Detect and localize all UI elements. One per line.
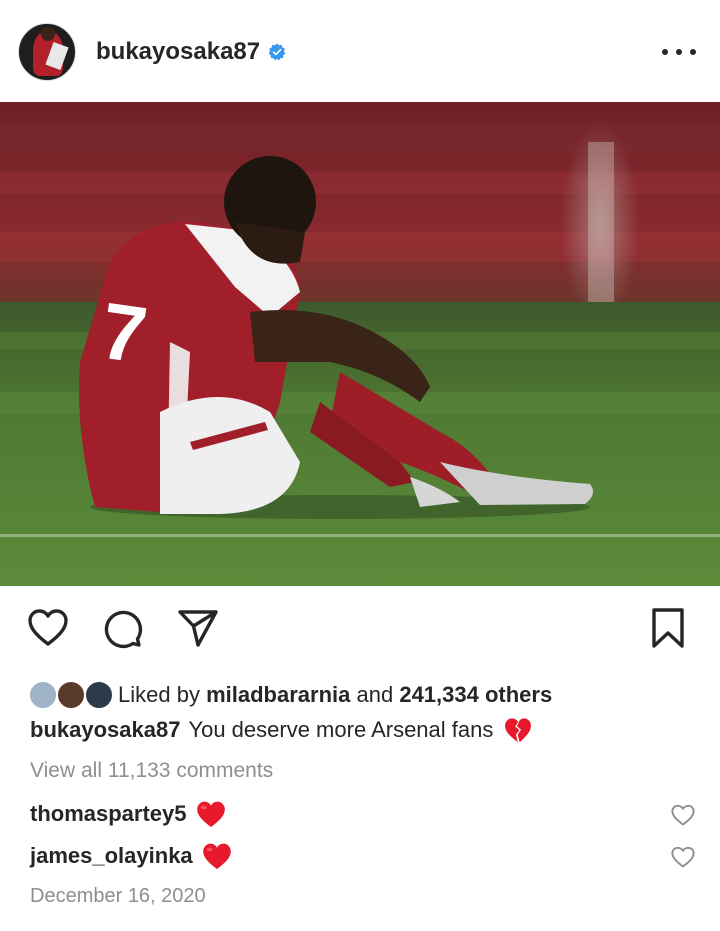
- post-date: December 16, 2020: [30, 885, 206, 907]
- post-action-bar: [0, 606, 720, 654]
- profile-avatar[interactable]: [18, 23, 76, 81]
- broken-heart-icon: [505, 718, 532, 743]
- verified-badge-icon: [268, 43, 286, 61]
- liker-avatars: [28, 680, 114, 710]
- liked-by-user[interactable]: miladbararnia: [206, 682, 350, 708]
- comment-icon[interactable]: [100, 606, 144, 650]
- comment-like-heart-icon[interactable]: [670, 803, 696, 827]
- post-image[interactable]: 7: [0, 102, 720, 586]
- comment-username[interactable]: james_olayinka: [30, 843, 193, 869]
- caption-username[interactable]: bukayosaka87: [30, 717, 180, 743]
- post-header: bukayosaka87: [0, 0, 720, 102]
- comment-row: james_olayinka: [30, 841, 233, 871]
- bookmark-icon[interactable]: [646, 606, 690, 650]
- share-icon[interactable]: [176, 606, 220, 650]
- caption-text: You deserve more Arsenal fans: [188, 717, 494, 742]
- red-heart-icon: [196, 801, 225, 828]
- comment-row: thomaspartey5: [30, 799, 227, 829]
- avatar: [56, 680, 86, 710]
- view-all-comments-link[interactable]: View all 11,133 comments: [30, 759, 273, 783]
- post-username-row[interactable]: bukayosaka87: [96, 38, 286, 66]
- post-username[interactable]: bukayosaka87: [96, 38, 260, 66]
- avatar: [28, 680, 58, 710]
- post-caption: bukayosaka87 You deserve more Arsenal fa…: [30, 716, 533, 744]
- heart-icon[interactable]: [26, 606, 70, 650]
- likes-row[interactable]: Liked by miladbararnia and 241,334 other…: [28, 678, 552, 712]
- comment-username[interactable]: thomaspartey5: [30, 801, 187, 827]
- comment-like-heart-icon[interactable]: [670, 845, 696, 869]
- more-options-icon[interactable]: [662, 42, 696, 62]
- liked-by-connector: and: [356, 682, 394, 707]
- red-heart-icon: [202, 843, 231, 870]
- likes-count[interactable]: 241,334 others: [399, 682, 552, 708]
- avatar: [84, 680, 114, 710]
- liked-by-prefix: Liked by: [118, 682, 200, 707]
